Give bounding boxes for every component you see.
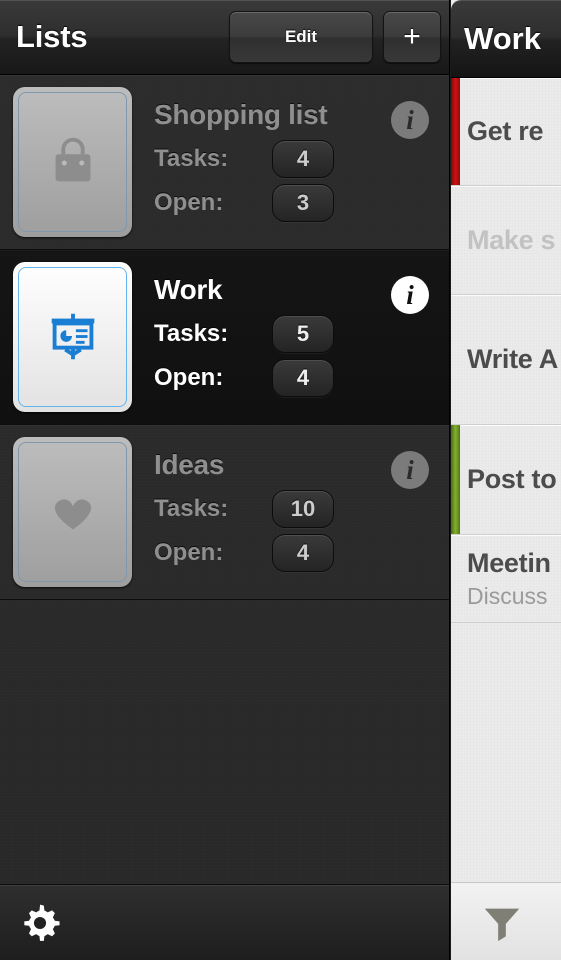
- list-open-stat: Open: 4: [154, 356, 435, 400]
- toolbar-actions: Edit +: [229, 11, 441, 63]
- task-title: Get re: [467, 116, 544, 146]
- heart-icon: [54, 499, 91, 530]
- task-title: Make s: [467, 224, 556, 255]
- task-detail-pane: Work Get re Make s Write A Post to Meeti…: [451, 0, 561, 960]
- filter-button[interactable]: [479, 899, 525, 945]
- tasks-count-badge: 10: [272, 490, 334, 528]
- lists-toolbar: Lists Edit +: [0, 0, 449, 75]
- list-thumbnail: [13, 87, 132, 237]
- edit-button[interactable]: Edit: [229, 11, 373, 63]
- detail-title: Work: [464, 20, 541, 56]
- add-list-button[interactable]: +: [383, 11, 441, 63]
- list-item-ideas[interactable]: Ideas Tasks: 10 Open: 4 i: [0, 425, 449, 600]
- task-row[interactable]: Meetin Discuss: [451, 535, 561, 623]
- list-item-shopping-list[interactable]: Shopping list Tasks: 4 Open: 3 i: [0, 75, 449, 250]
- open-label: Open:: [154, 189, 224, 216]
- open-count-badge: 4: [272, 534, 334, 572]
- task-title: Write A: [467, 344, 558, 374]
- detail-toolbar: Work: [451, 0, 561, 78]
- open-count-badge: 3: [272, 184, 334, 222]
- list-item-work[interactable]: Work Tasks: 5 Open: 4 i: [0, 250, 449, 425]
- shopping-bag-icon: [55, 137, 90, 182]
- tasks-count-badge: 5: [272, 315, 334, 353]
- task-row[interactable]: Post to: [451, 425, 561, 535]
- task-row[interactable]: Make s: [451, 186, 561, 295]
- list-thumbnail-frame: [18, 267, 127, 407]
- list-thumbnail-frame: [18, 92, 127, 232]
- funnel-icon: [484, 908, 520, 941]
- task-subtitle: Discuss: [467, 582, 548, 609]
- info-icon[interactable]: i: [391, 101, 429, 139]
- open-count-badge: 4: [272, 359, 334, 397]
- open-label: Open:: [154, 539, 224, 566]
- settings-button[interactable]: [18, 901, 62, 945]
- tasks-label: Tasks:: [154, 145, 229, 172]
- presentation-chart-icon: [51, 313, 94, 360]
- list-open-stat: Open: 3: [154, 181, 435, 225]
- list-tasks-stat: Tasks: 10: [154, 487, 435, 531]
- task-list: Get re Make s Write A Post to Meetin Dis…: [451, 78, 561, 882]
- task-row[interactable]: Get re: [451, 78, 561, 186]
- list-thumbnail: [13, 437, 132, 587]
- list-tasks-stat: Tasks: 4: [154, 137, 435, 181]
- task-row[interactable]: Write A: [451, 295, 561, 425]
- list-tasks-stat: Tasks: 5: [154, 312, 435, 356]
- tasks-count-badge: 4: [272, 140, 334, 178]
- tasks-label: Tasks:: [154, 495, 229, 522]
- app-root: Lists Edit + Shopping list Tasks: 4 Open…: [0, 0, 561, 960]
- lists-bottom-toolbar: [0, 884, 449, 960]
- info-icon[interactable]: i: [391, 276, 429, 314]
- info-icon[interactable]: i: [391, 451, 429, 489]
- open-label: Open:: [154, 364, 224, 391]
- list-thumbnail-frame: [18, 442, 127, 582]
- detail-bottom-toolbar: [451, 882, 561, 960]
- task-title: Meetin: [467, 547, 551, 578]
- list-open-stat: Open: 4: [154, 531, 435, 575]
- list-thumbnail: [13, 262, 132, 412]
- tasks-label: Tasks:: [154, 320, 229, 347]
- priority-flag: [451, 78, 460, 185]
- priority-flag: [451, 425, 460, 534]
- task-title: Post to: [467, 464, 557, 494]
- page-title: Lists: [16, 19, 88, 54]
- gear-icon: [24, 904, 60, 941]
- lists-pane: Lists Edit + Shopping list Tasks: 4 Open…: [0, 0, 450, 960]
